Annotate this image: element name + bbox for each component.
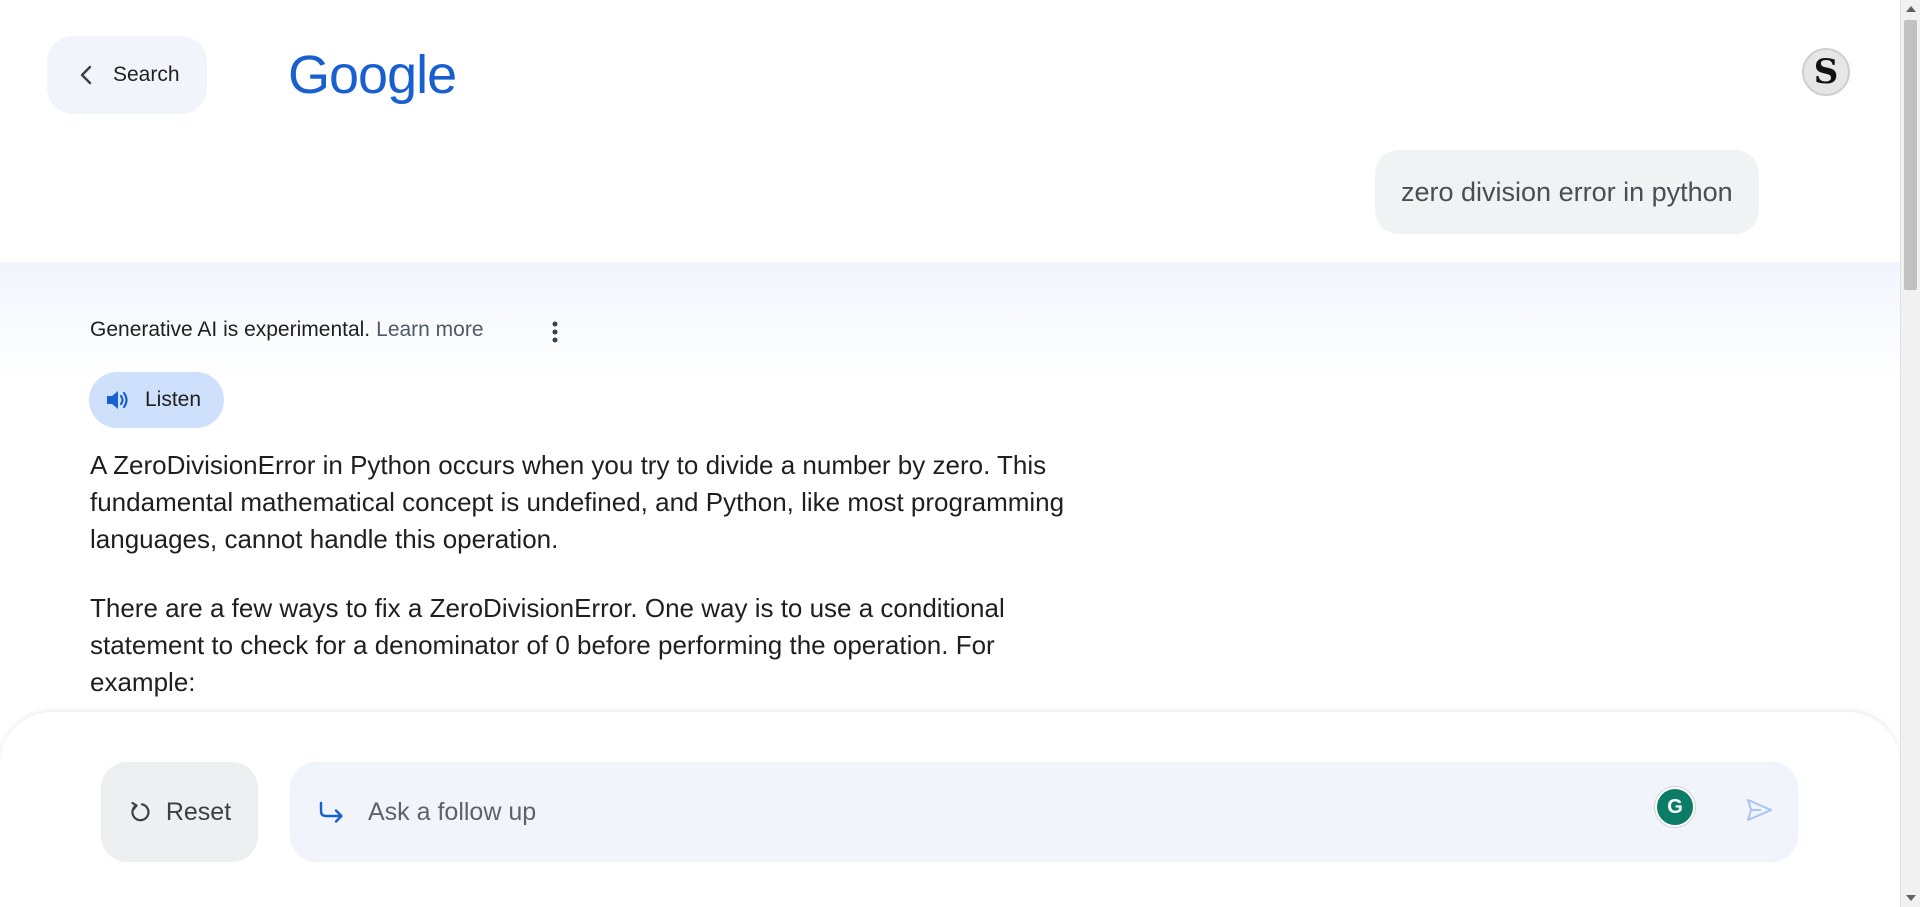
chevron-left-icon [80,65,92,85]
follow-up-input[interactable] [366,796,1570,828]
refresh-icon [131,801,150,822]
ai-disclaimer: Generative AI is experimental. Learn mor… [90,318,484,342]
answer-paragraph: A ZeroDivisionError in Python occurs whe… [90,450,1065,554]
follow-up-box[interactable] [290,762,1798,862]
scroll-down-icon[interactable] [1906,895,1916,901]
page-scrollbar[interactable] [1900,0,1920,907]
account-avatar[interactable]: S [1802,48,1850,96]
google-logo[interactable]: Google [288,44,457,106]
answer-paragraph: There are a few ways to fix a ZeroDivisi… [90,593,1005,697]
reset-label: Reset [165,797,232,826]
reset-button[interactable]: Reset [101,762,258,862]
scrollbar-thumb[interactable] [1904,20,1917,290]
speaker-icon [107,391,128,409]
avatar-letter: S [1813,52,1839,92]
grammarly-icon[interactable]: G [1655,787,1695,827]
scroll-up-icon[interactable] [1906,6,1916,12]
grammarly-letter: G [1667,795,1683,818]
listen-label: Listen [145,388,202,411]
send-icon[interactable] [1744,795,1774,825]
back-button-label: Search [113,63,180,86]
disclaimer-text: Generative AI is experimental. [90,318,371,341]
listen-button[interactable]: Listen [89,372,224,428]
learn-more-link[interactable]: Learn more [376,318,483,342]
user-query-bubble: zero division error in python [1375,150,1759,234]
more-options-icon[interactable] [546,318,564,346]
subdirectory-arrow-icon [319,801,343,823]
back-to-search-button[interactable]: Search [47,36,207,114]
page: Search Google S zero division error in p… [0,0,1920,907]
